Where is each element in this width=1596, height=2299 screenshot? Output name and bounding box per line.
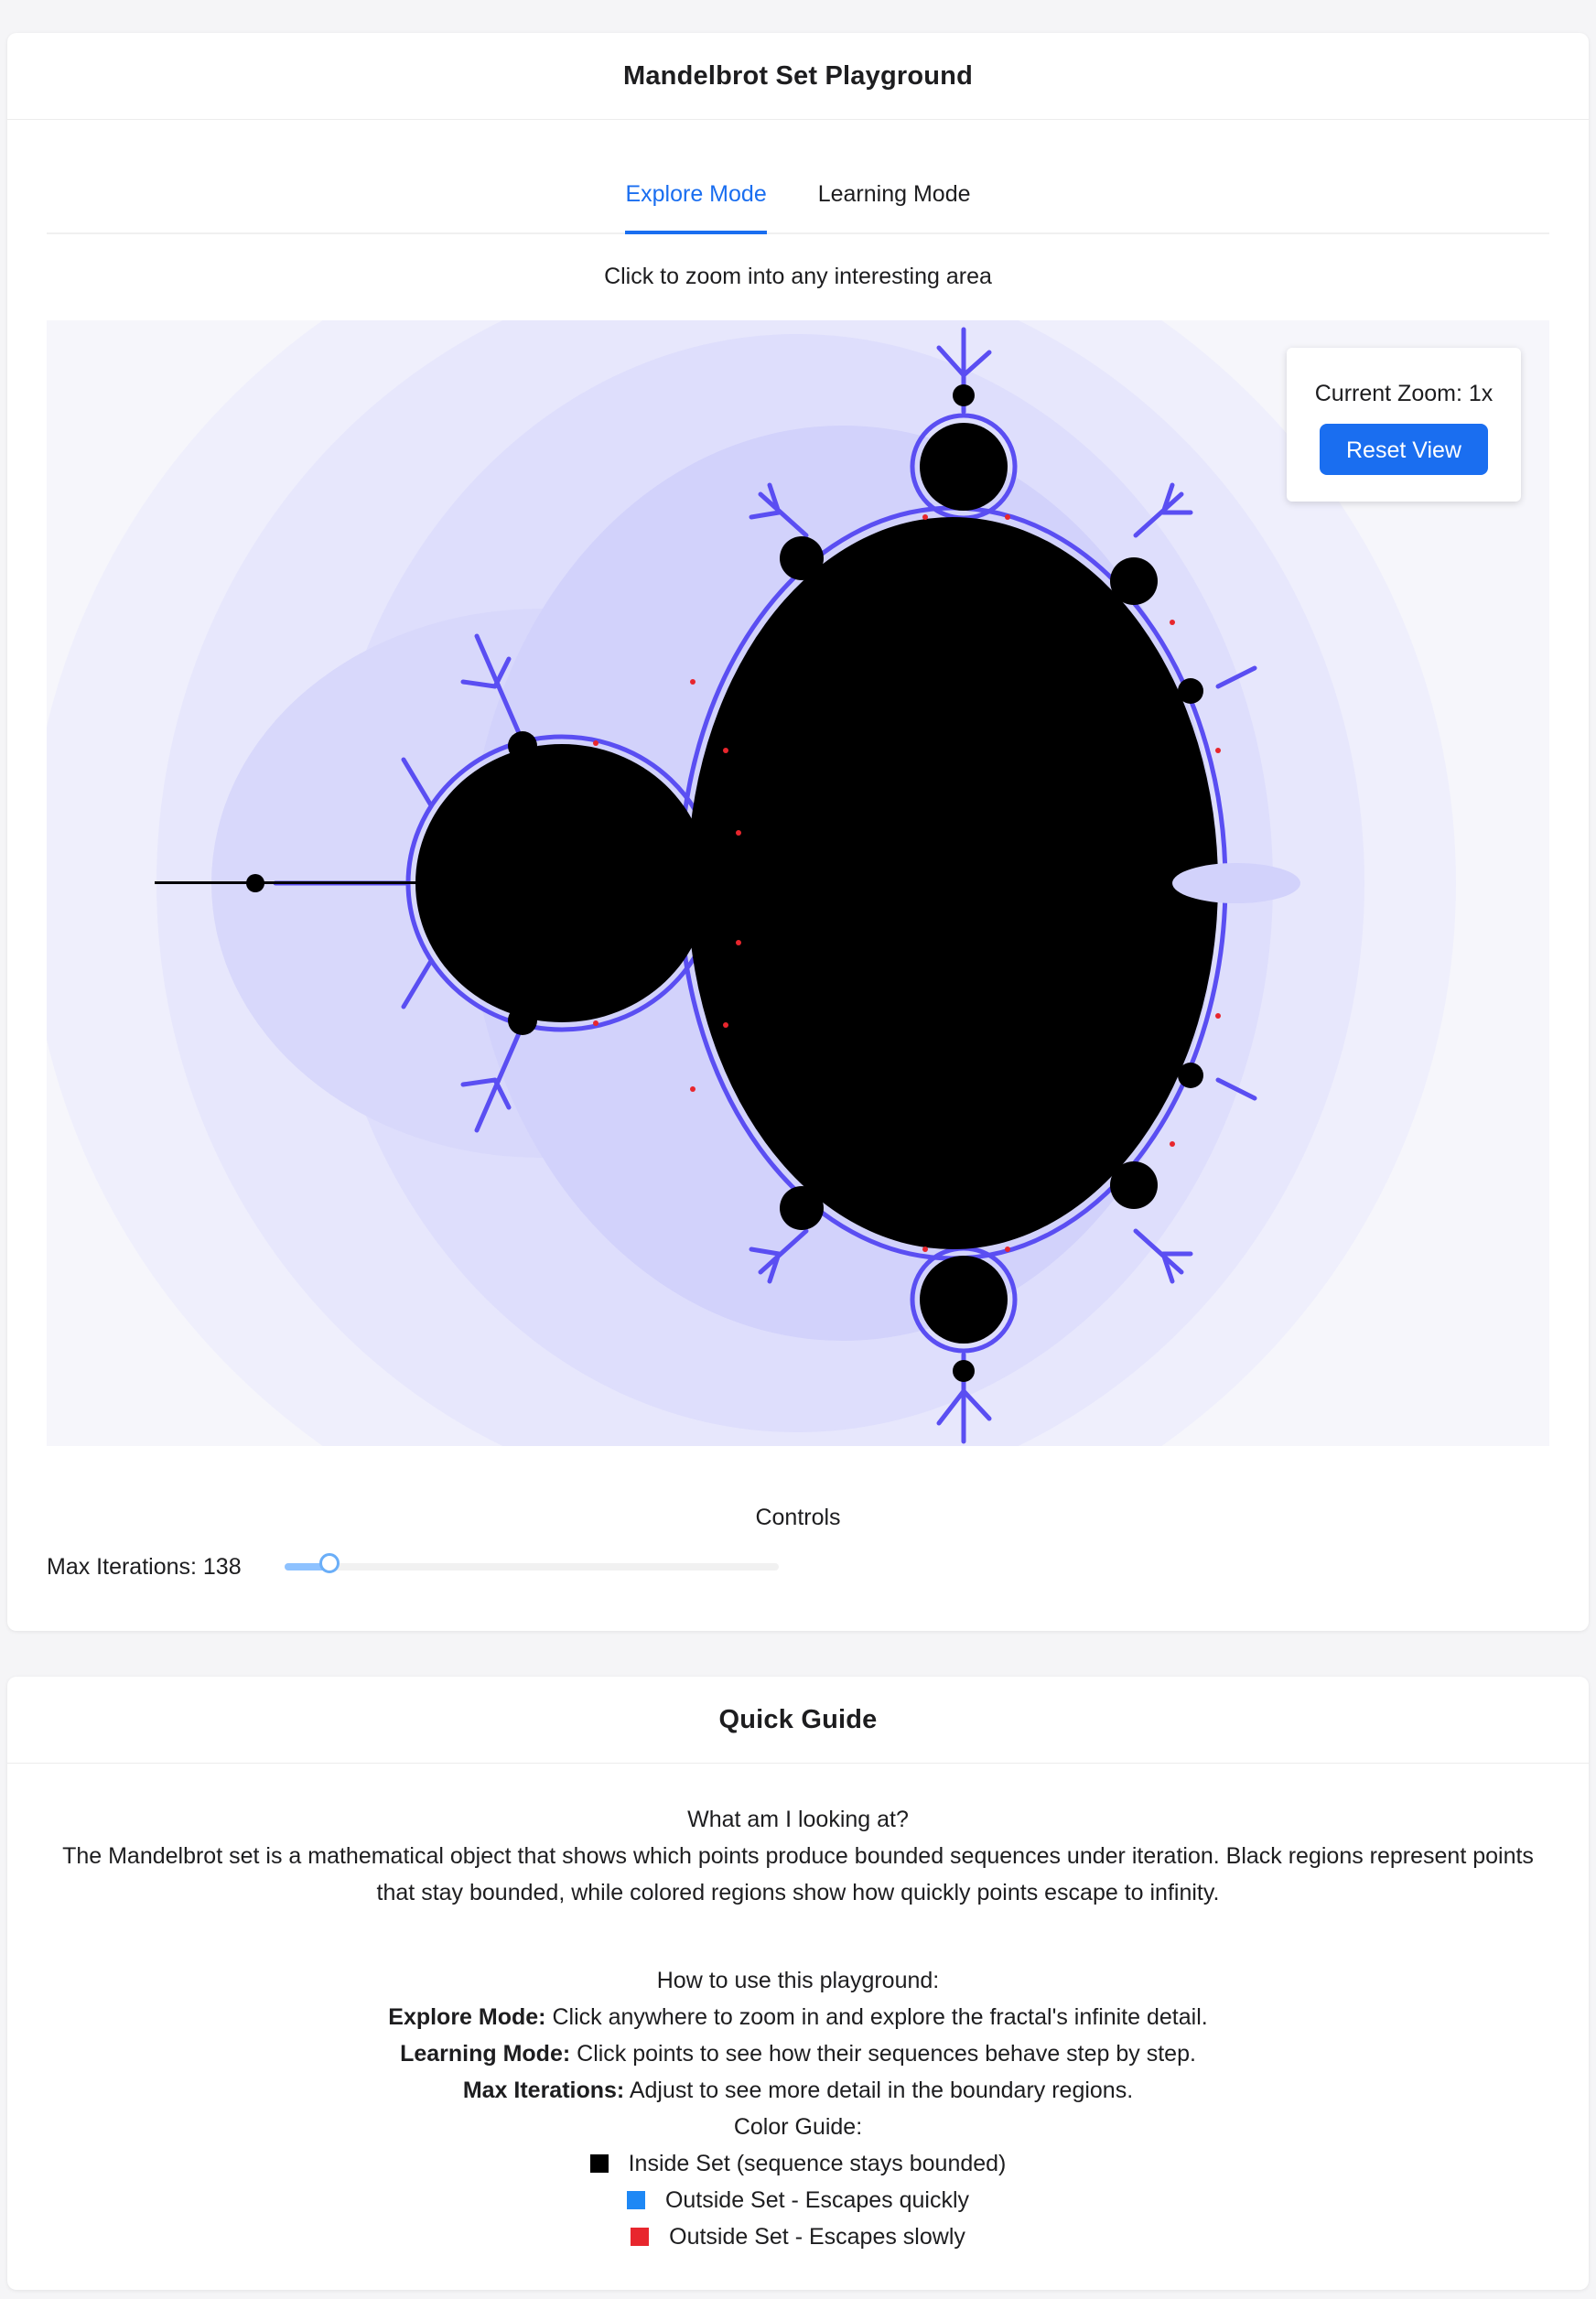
tab-learning-mode[interactable]: Learning Mode <box>818 181 971 234</box>
explore-instruction: Click to zoom into any interesting area <box>604 264 992 289</box>
legend-quick-label: Outside Set - Escapes quickly <box>664 2187 970 2213</box>
max-iterations-label: Max Iterations: 138 <box>47 1553 242 1580</box>
guide-title: Quick Guide <box>7 1677 1589 1764</box>
page: Mandelbrot Set Playground Explore Mode L… <box>0 0 1596 2299</box>
color-guide: Color Guide: Inside Set (sequence stays … <box>7 2109 1589 2255</box>
how-iterations: Max Iterations: Adjust to see more detai… <box>7 2072 1589 2109</box>
legend-inside: Inside Set (sequence stays bounded) <box>7 2145 1589 2182</box>
how-learning: Learning Mode: Click points to see how t… <box>7 2035 1589 2072</box>
how-explore: Explore Mode: Click anywhere to zoom in … <box>7 1999 1589 2035</box>
legend-escapes-quickly: Outside Set - Escapes quickly <box>7 2182 1589 2218</box>
mode-tabs: Explore Mode Learning Mode <box>47 179 1549 234</box>
legend-slow-label: Outside Set - Escapes slowly <box>669 2224 965 2250</box>
zoom-panel: Current Zoom: 1x Reset View <box>1287 348 1521 502</box>
guide-how-section: How to use this playground: Explore Mode… <box>7 1962 1589 2109</box>
guide-question: What am I looking at? <box>687 1807 909 1832</box>
how-iterations-bold: Max Iterations: <box>462 2078 625 2103</box>
guide-paragraph: The Mandelbrot set is a mathematical obj… <box>62 1843 1534 1905</box>
how-explore-bold: Explore Mode: <box>388 2004 546 2030</box>
current-zoom: Current Zoom: 1x <box>1314 381 1494 406</box>
how-learning-bold: Learning Mode: <box>400 2041 571 2067</box>
red-square-icon <box>631 2228 650 2246</box>
blue-square-icon <box>626 2191 645 2209</box>
legend-inside-label: Inside Set (sequence stays bounded) <box>628 2151 1007 2176</box>
how-learning-text: Click points to see how their sequences … <box>570 2041 1196 2067</box>
max-iterations-row: Max Iterations: 138 <box>47 1549 779 1585</box>
slider-thumb[interactable] <box>318 1553 340 1573</box>
color-guide-title: Color Guide: <box>733 2114 863 2140</box>
reset-view-button[interactable]: Reset View <box>1320 424 1488 475</box>
how-iterations-text: Adjust to see more detail in the boundar… <box>624 2078 1134 2103</box>
legend-escapes-slowly: Outside Set - Escapes slowly <box>7 2218 1589 2255</box>
how-explore-text: Click anywhere to zoom in and explore th… <box>545 2004 1208 2030</box>
playground-card: Mandelbrot Set Playground Explore Mode L… <box>7 33 1589 1631</box>
controls-title: Controls <box>755 1505 841 1530</box>
cardioid-cusp <box>1172 863 1300 903</box>
max-iterations-slider[interactable] <box>285 1553 779 1573</box>
app-title: Mandelbrot Set Playground <box>7 33 1589 120</box>
tab-explore-mode[interactable]: Explore Mode <box>625 181 767 234</box>
quick-guide-card: Quick Guide What am I looking at? The Ma… <box>7 1677 1589 2290</box>
how-title: How to use this playground: <box>656 1968 940 1993</box>
black-square-icon <box>589 2154 609 2173</box>
